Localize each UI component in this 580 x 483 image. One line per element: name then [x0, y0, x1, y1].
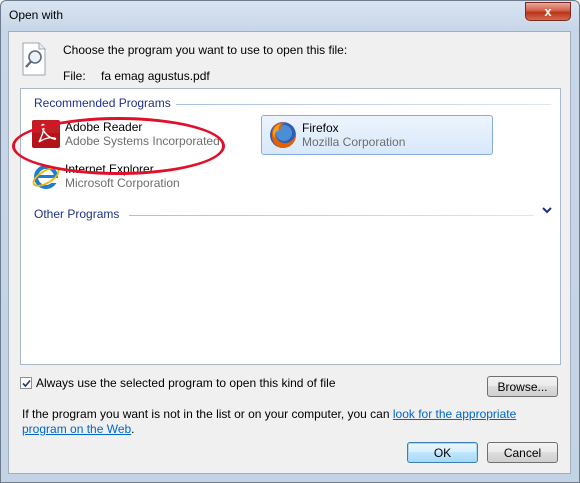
group-divider: [129, 215, 534, 216]
close-button[interactable]: x: [525, 2, 571, 21]
checkmark-icon: [21, 379, 31, 387]
adobe-reader-icon: [32, 120, 60, 148]
chevron-down-icon[interactable]: [542, 206, 552, 214]
other-programs-header[interactable]: Other Programs: [34, 207, 119, 221]
magnifier-document-icon: [22, 42, 46, 76]
close-icon: x: [544, 4, 552, 19]
program-internet-explorer[interactable]: Internet Explorer Microsoft Corporation: [25, 156, 255, 196]
recommended-programs-header: Recommended Programs: [34, 96, 171, 110]
window-title: Open with: [9, 8, 64, 22]
cancel-button[interactable]: Cancel: [487, 442, 558, 463]
program-name: Internet Explorer: [65, 162, 154, 176]
dialog-body: Choose the program you want to use to op…: [8, 31, 571, 474]
always-use-label: Always use the selected program to open …: [36, 376, 336, 390]
ok-button-label: OK: [433, 445, 452, 460]
file-label: File:: [63, 69, 86, 83]
program-name: Firefox: [302, 121, 339, 135]
ok-button[interactable]: OK: [407, 442, 478, 463]
title-bar: Open with x: [1, 1, 579, 31]
program-name: Adobe Reader: [65, 120, 143, 134]
help-text-end: .: [131, 422, 135, 436]
program-company: Mozilla Corporation: [302, 135, 406, 149]
open-with-dialog: Open with x Choose the program you want …: [0, 0, 580, 483]
firefox-icon: [270, 122, 296, 148]
internet-explorer-icon: [32, 165, 60, 189]
browse-button[interactable]: Browse...: [487, 376, 558, 397]
always-use-row[interactable]: Always use the selected program to open …: [20, 376, 336, 390]
always-use-checkbox[interactable]: [20, 377, 32, 389]
programs-list[interactable]: Recommended Programs Adobe Reader Adobe …: [20, 88, 561, 365]
program-company: Microsoft Corporation: [65, 176, 180, 190]
prompt-text: Choose the program you want to use to op…: [63, 43, 348, 57]
group-divider: [176, 104, 551, 105]
program-firefox[interactable]: Firefox Mozilla Corporation: [261, 115, 493, 155]
file-name: fa emag agustus.pdf: [101, 69, 210, 83]
help-text: If the program you want is not in the li…: [22, 407, 562, 437]
program-adobe-reader[interactable]: Adobe Reader Adobe Systems Incorporated: [25, 114, 255, 154]
help-text-body: If the program you want is not in the li…: [22, 407, 393, 421]
cancel-button-label: Cancel: [503, 445, 542, 460]
browse-button-label: Browse...: [497, 379, 548, 394]
program-company: Adobe Systems Incorporated: [65, 134, 220, 148]
